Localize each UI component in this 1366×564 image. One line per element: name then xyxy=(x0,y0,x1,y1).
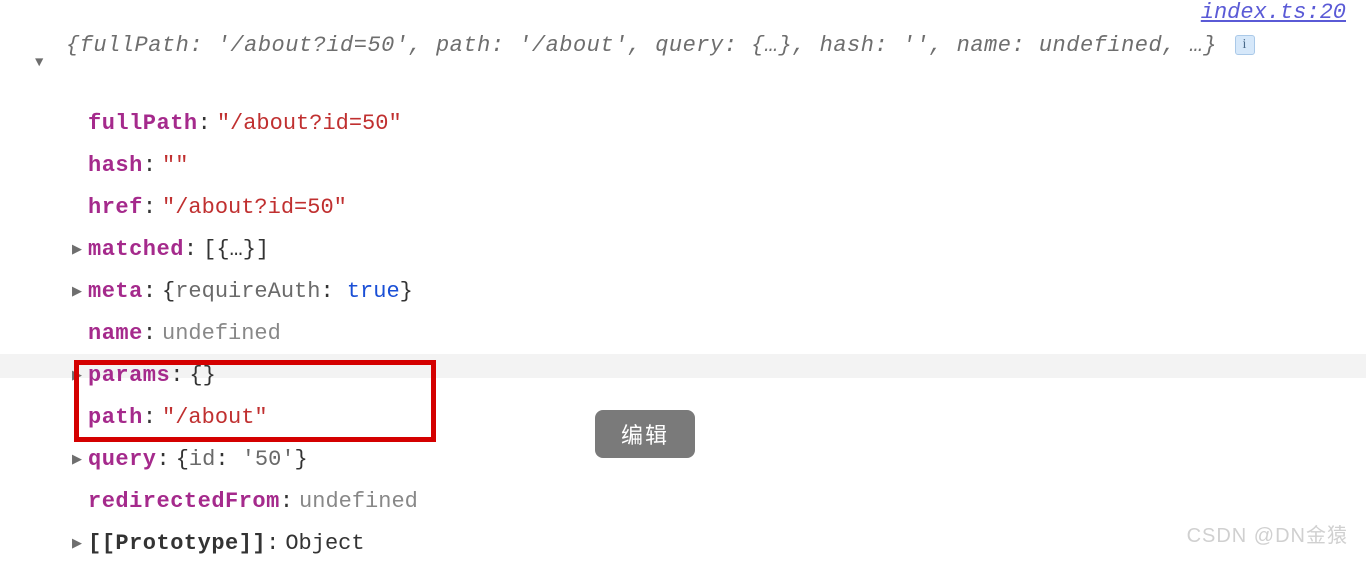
edit-button[interactable]: 编辑 xyxy=(595,410,695,458)
prop-key: matched xyxy=(88,237,184,262)
prop-meta[interactable]: ▶ meta: {requireAuth: true} xyxy=(66,270,418,312)
prop-value: Object xyxy=(285,531,364,556)
prop-prototype[interactable]: ▶ [[Prototype]]: Object xyxy=(66,522,418,564)
prop-key: meta xyxy=(88,279,143,304)
prop-href[interactable]: ▶ href: "/about?id=50" xyxy=(66,186,418,228)
expand-arrow-icon[interactable]: ▶ xyxy=(66,368,88,383)
prop-value: {id: '50'} xyxy=(176,447,308,472)
prop-key: [[Prototype]] xyxy=(88,531,266,556)
prop-value: undefined xyxy=(162,321,281,346)
expand-arrow-icon[interactable]: ▶ xyxy=(66,536,88,551)
prop-key: path xyxy=(88,405,143,430)
prop-query[interactable]: ▶ query: {id: '50'} xyxy=(66,438,418,480)
prop-hash[interactable]: ▶ hash: "" xyxy=(66,144,418,186)
expand-arrow-down-icon[interactable]: ▼ xyxy=(35,55,43,71)
prop-matched[interactable]: ▶ matched: [{…}] xyxy=(66,228,418,270)
prop-key: query xyxy=(88,447,157,472)
expand-arrow-icon[interactable]: ▶ xyxy=(66,284,88,299)
prop-value: [{…}] xyxy=(203,237,269,262)
prop-redirectedfrom[interactable]: ▶ redirectedFrom: undefined xyxy=(66,480,418,522)
prop-key: fullPath xyxy=(88,111,198,136)
watermark-text: CSDN @DN金猿 xyxy=(1187,519,1348,548)
expand-arrow-icon[interactable]: ▶ xyxy=(66,452,88,467)
prop-params[interactable]: ▶ params: {} xyxy=(66,354,418,396)
prop-path[interactable]: ▶ path: "/about" xyxy=(66,396,418,438)
prop-key: params xyxy=(88,363,170,388)
prop-key: hash xyxy=(88,153,143,178)
object-summary[interactable]: {fullPath: '/about?id=50', path: '/about… xyxy=(66,28,1326,63)
prop-key: redirectedFrom xyxy=(88,489,280,514)
source-location-link[interactable]: index.ts:20 xyxy=(1201,0,1346,25)
prop-key: href xyxy=(88,195,143,220)
summary-text: {fullPath: '/about?id=50', path: '/about… xyxy=(66,33,1217,58)
prop-value: "/about" xyxy=(162,405,268,430)
prop-key: name xyxy=(88,321,143,346)
prop-value: "" xyxy=(162,153,188,178)
info-icon[interactable]: i xyxy=(1235,35,1255,55)
prop-value: "/about?id=50" xyxy=(162,195,347,220)
prop-name[interactable]: ▶ name: undefined xyxy=(66,312,418,354)
prop-fullpath[interactable]: ▶ fullPath: "/about?id=50" xyxy=(66,102,418,144)
prop-value: "/about?id=50" xyxy=(217,111,402,136)
prop-value: undefined xyxy=(299,489,418,514)
property-list: ▶ fullPath: "/about?id=50" ▶ hash: "" ▶ … xyxy=(66,102,418,564)
expand-arrow-icon[interactable]: ▶ xyxy=(66,242,88,257)
prop-value: {requireAuth: true} xyxy=(162,279,413,304)
prop-value: {} xyxy=(189,363,215,388)
